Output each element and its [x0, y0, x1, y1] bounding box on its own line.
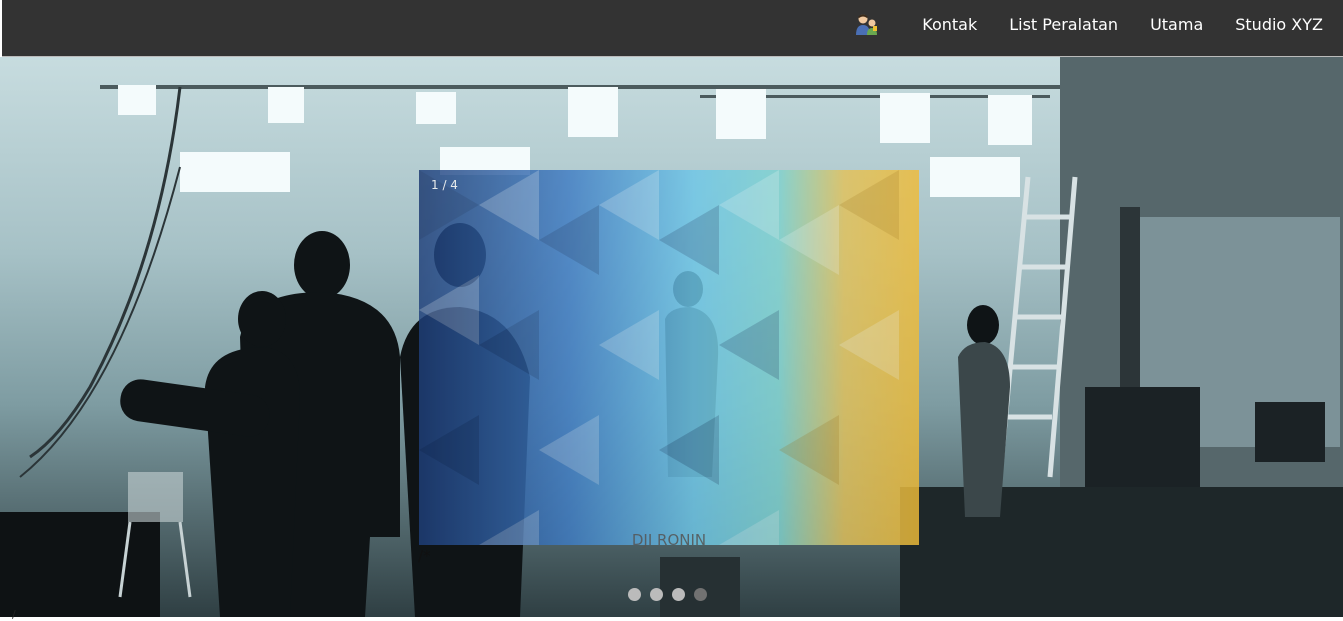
- nav-item-list-peralatan[interactable]: List Peralatan: [993, 15, 1134, 34]
- people-icon-graphic: [856, 14, 878, 35]
- people-icon[interactable]: [854, 11, 880, 37]
- slide-dot-2[interactable]: [650, 588, 663, 601]
- nav-item-utama[interactable]: Utama: [1134, 15, 1219, 34]
- slide-dot-1[interactable]: [628, 588, 641, 601]
- nav-item-studio-xyz[interactable]: Studio XYZ: [1219, 15, 1339, 34]
- prev-slide-control[interactable]: /*: [418, 547, 431, 565]
- slide-dot-3[interactable]: [672, 588, 685, 601]
- slide-counter: 1 / 4: [431, 178, 458, 192]
- slide-image[interactable]: 1 / 4: [419, 170, 919, 545]
- hero-background-photo: 1 / 4 DJI RONIN /*: [0, 57, 1343, 617]
- slide-geometric-pattern: [419, 170, 919, 545]
- slide-dot-4[interactable]: [694, 588, 707, 601]
- slide-caption: DJI RONIN: [631, 531, 707, 549]
- nav-item-kontak[interactable]: Kontak: [906, 15, 993, 34]
- top-navbar: Kontak List Peralatan Utama Studio XYZ: [2, 0, 1343, 57]
- nav-menu: Kontak List Peralatan Utama Studio XYZ: [854, 0, 1343, 48]
- slide-dots: [628, 588, 716, 601]
- footer-mark: /: [12, 608, 16, 621]
